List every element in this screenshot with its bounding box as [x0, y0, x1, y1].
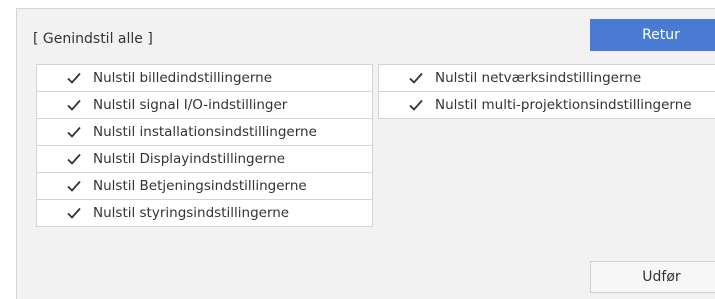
item-label: Nulstil Betjeningsindstillingerne [93, 178, 307, 194]
reset-network-settings-item[interactable]: Nulstil netværksindstillingerne [378, 64, 715, 92]
checkmark-icon [409, 65, 425, 91]
item-label: Nulstil styringsindstillingerne [93, 205, 290, 221]
reset-image-settings-item[interactable]: Nulstil billedindstillingerne [36, 64, 373, 92]
checkmark-icon [67, 65, 83, 91]
item-label: Nulstil billedindstillingerne [93, 70, 273, 86]
return-button[interactable]: Retur [590, 19, 715, 51]
checkmark-icon [67, 173, 83, 199]
reset-all-panel: [ Genindstil alle ] Retur Nulstil billed… [16, 8, 715, 299]
item-label: Nulstil multi-projektionsindstillingerne [435, 97, 692, 113]
checkmark-icon [67, 200, 83, 226]
reset-display-settings-item[interactable]: Nulstil Displayindstillingerne [36, 145, 373, 173]
reset-signal-io-settings-item[interactable]: Nulstil signal I/O-indstillinger [36, 91, 373, 119]
item-label: Nulstil signal I/O-indstillinger [93, 97, 288, 113]
checkmark-icon [409, 92, 425, 118]
reset-options-left-column: Nulstil billedindstillingerne Nulstil si… [36, 64, 373, 227]
reset-installation-settings-item[interactable]: Nulstil installationsindstillingerne [36, 118, 373, 146]
checkmark-icon [67, 146, 83, 172]
checkmark-icon [67, 92, 83, 118]
dialog-title: [ Genindstil alle ] [33, 31, 153, 47]
execute-button[interactable]: Udfør [590, 261, 715, 293]
item-label: Nulstil netværksindstillingerne [435, 70, 642, 86]
reset-options-right-column: Nulstil netværksindstillingerne Nulstil … [378, 64, 715, 119]
item-label: Nulstil installationsindstillingerne [93, 124, 317, 140]
item-label: Nulstil Displayindstillingerne [93, 151, 286, 167]
reset-multi-projection-settings-item[interactable]: Nulstil multi-projektionsindstillingerne [378, 91, 715, 119]
checkmark-icon [67, 119, 83, 145]
reset-control-settings-item[interactable]: Nulstil styringsindstillingerne [36, 199, 373, 227]
reset-operation-settings-item[interactable]: Nulstil Betjeningsindstillingerne [36, 172, 373, 200]
